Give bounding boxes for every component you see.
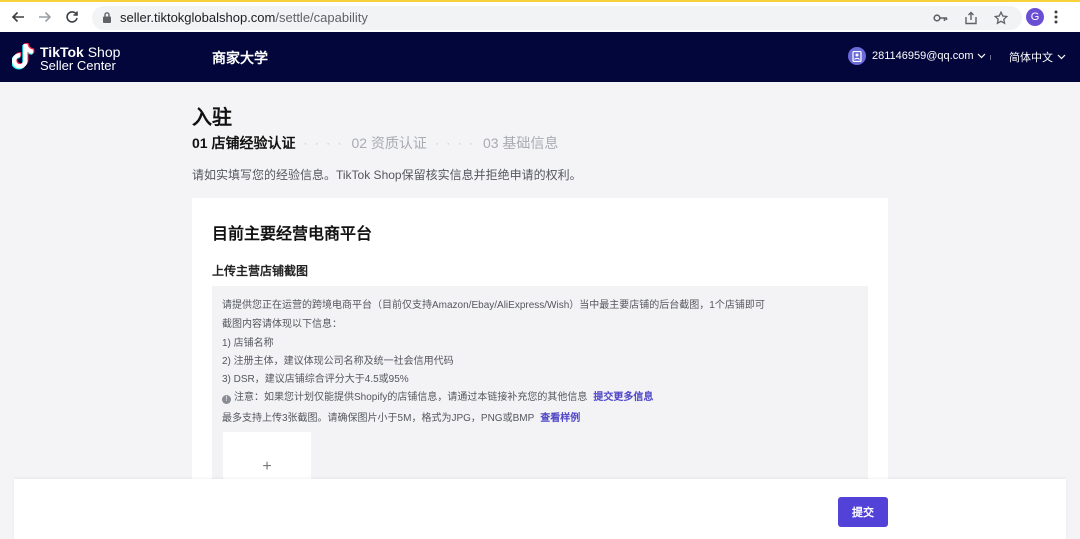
- plus-icon: +: [262, 458, 272, 475]
- account-email: 281146959@qq.com: [872, 50, 974, 62]
- reload-icon[interactable]: [63, 8, 81, 26]
- instruction-item-3: 3) DSR，建议店铺综合评分大于4.5或95%: [222, 374, 409, 385]
- instruction-intro: 请提供您正在运营的跨境电商平台（目前仅支持Amazon/Ebay/AliExpr…: [222, 300, 765, 311]
- back-icon[interactable]: [9, 8, 27, 26]
- language-selector[interactable]: 简体中文: [1009, 49, 1066, 65]
- card-title: 目前主要经营电商平台: [212, 226, 373, 243]
- nav-merchant-university[interactable]: 商家大学: [212, 48, 268, 68]
- browser-chrome: seller.tiktokglobalshop.com/settle/capab…: [0, 0, 1080, 32]
- instruction-item-2: 2) 注册主体，建议体现公司名称及统一社会信用代码: [222, 356, 454, 367]
- upload-instructions: 请提供您正在运营的跨境电商平台（目前仅支持Amazon/Ebay/AliExpr…: [212, 286, 868, 502]
- key-icon[interactable]: [933, 11, 948, 25]
- info-icon: !: [222, 395, 231, 404]
- instruction-item-1: 1) 店铺名称: [222, 338, 274, 349]
- forward-icon[interactable]: [36, 8, 54, 26]
- url-host: seller.tiktokglobalshop.com: [120, 10, 276, 25]
- submit-more-info-link[interactable]: 提交更多信息: [593, 392, 653, 403]
- address-bar[interactable]: seller.tiktokglobalshop.com/settle/capab…: [92, 6, 1022, 30]
- instruction-limit: 最多支持上传3张截图。请确保图片小于5M，格式为JPG，PNG或BMP 查看样例: [222, 413, 581, 424]
- platform-card: 目前主要经营电商平台 上传主营店铺截图 请提供您正在运营的跨境电商平台（目前仅支…: [192, 198, 888, 502]
- notice-text: 请如实填写您的经验信息。TikTok Shop保留核实信息并拒绝申请的权利。: [192, 168, 582, 182]
- step-2-qualification: 02 资质认证: [351, 135, 427, 151]
- step-3-basic-info: 03 基础信息: [482, 135, 559, 151]
- brand-logo[interactable]: TikTok Shop Seller Center: [11, 42, 121, 75]
- account-menu[interactable]: 281146959@qq.com: [848, 47, 986, 65]
- kebab-menu-icon[interactable]: [1054, 10, 1058, 29]
- url-path: /settle/capability: [275, 10, 368, 25]
- brand-name: TikTok Shop: [40, 43, 121, 60]
- submit-button[interactable]: 提交: [838, 497, 888, 527]
- app-header: TikTok Shop Seller Center 商家大学 281146959…: [0, 32, 1080, 82]
- instruction-content-required: 截图内容请体现以下信息：: [222, 319, 342, 330]
- view-sample-link[interactable]: 查看样例: [540, 413, 580, 424]
- step-indicator: 01 店铺经验认证 · · · · 02 资质认证 · · · · 03 基础信…: [192, 133, 558, 153]
- chevron-down-icon: [1057, 54, 1066, 60]
- header-divider: [990, 55, 991, 60]
- chevron-down-icon: [977, 53, 986, 59]
- brand-subtitle: Seller Center: [40, 57, 116, 73]
- step-separator: · · · ·: [434, 136, 475, 150]
- browser-profile-avatar[interactable]: G: [1026, 8, 1044, 26]
- step-1-experience: 01 店铺经验认证: [192, 135, 296, 151]
- tiktok-logo-icon: [11, 42, 36, 75]
- page-title: 入驻: [192, 107, 232, 129]
- user-avatar-icon: [848, 47, 866, 65]
- share-icon[interactable]: [964, 11, 978, 25]
- step-separator: · · · ·: [303, 136, 344, 150]
- language-label: 简体中文: [1009, 52, 1053, 64]
- bottom-action-bar: 提交: [14, 479, 1066, 539]
- url-text[interactable]: seller.tiktokglobalshop.com/settle/capab…: [120, 10, 368, 25]
- section-title-upload: 上传主营店铺截图: [212, 264, 309, 278]
- instruction-note: ! 注意：如果您计划仅能提供Shopify的店铺信息，请通过本链接补充您的其他信息…: [222, 388, 653, 404]
- lock-icon: [102, 11, 112, 29]
- star-icon[interactable]: [994, 11, 1008, 25]
